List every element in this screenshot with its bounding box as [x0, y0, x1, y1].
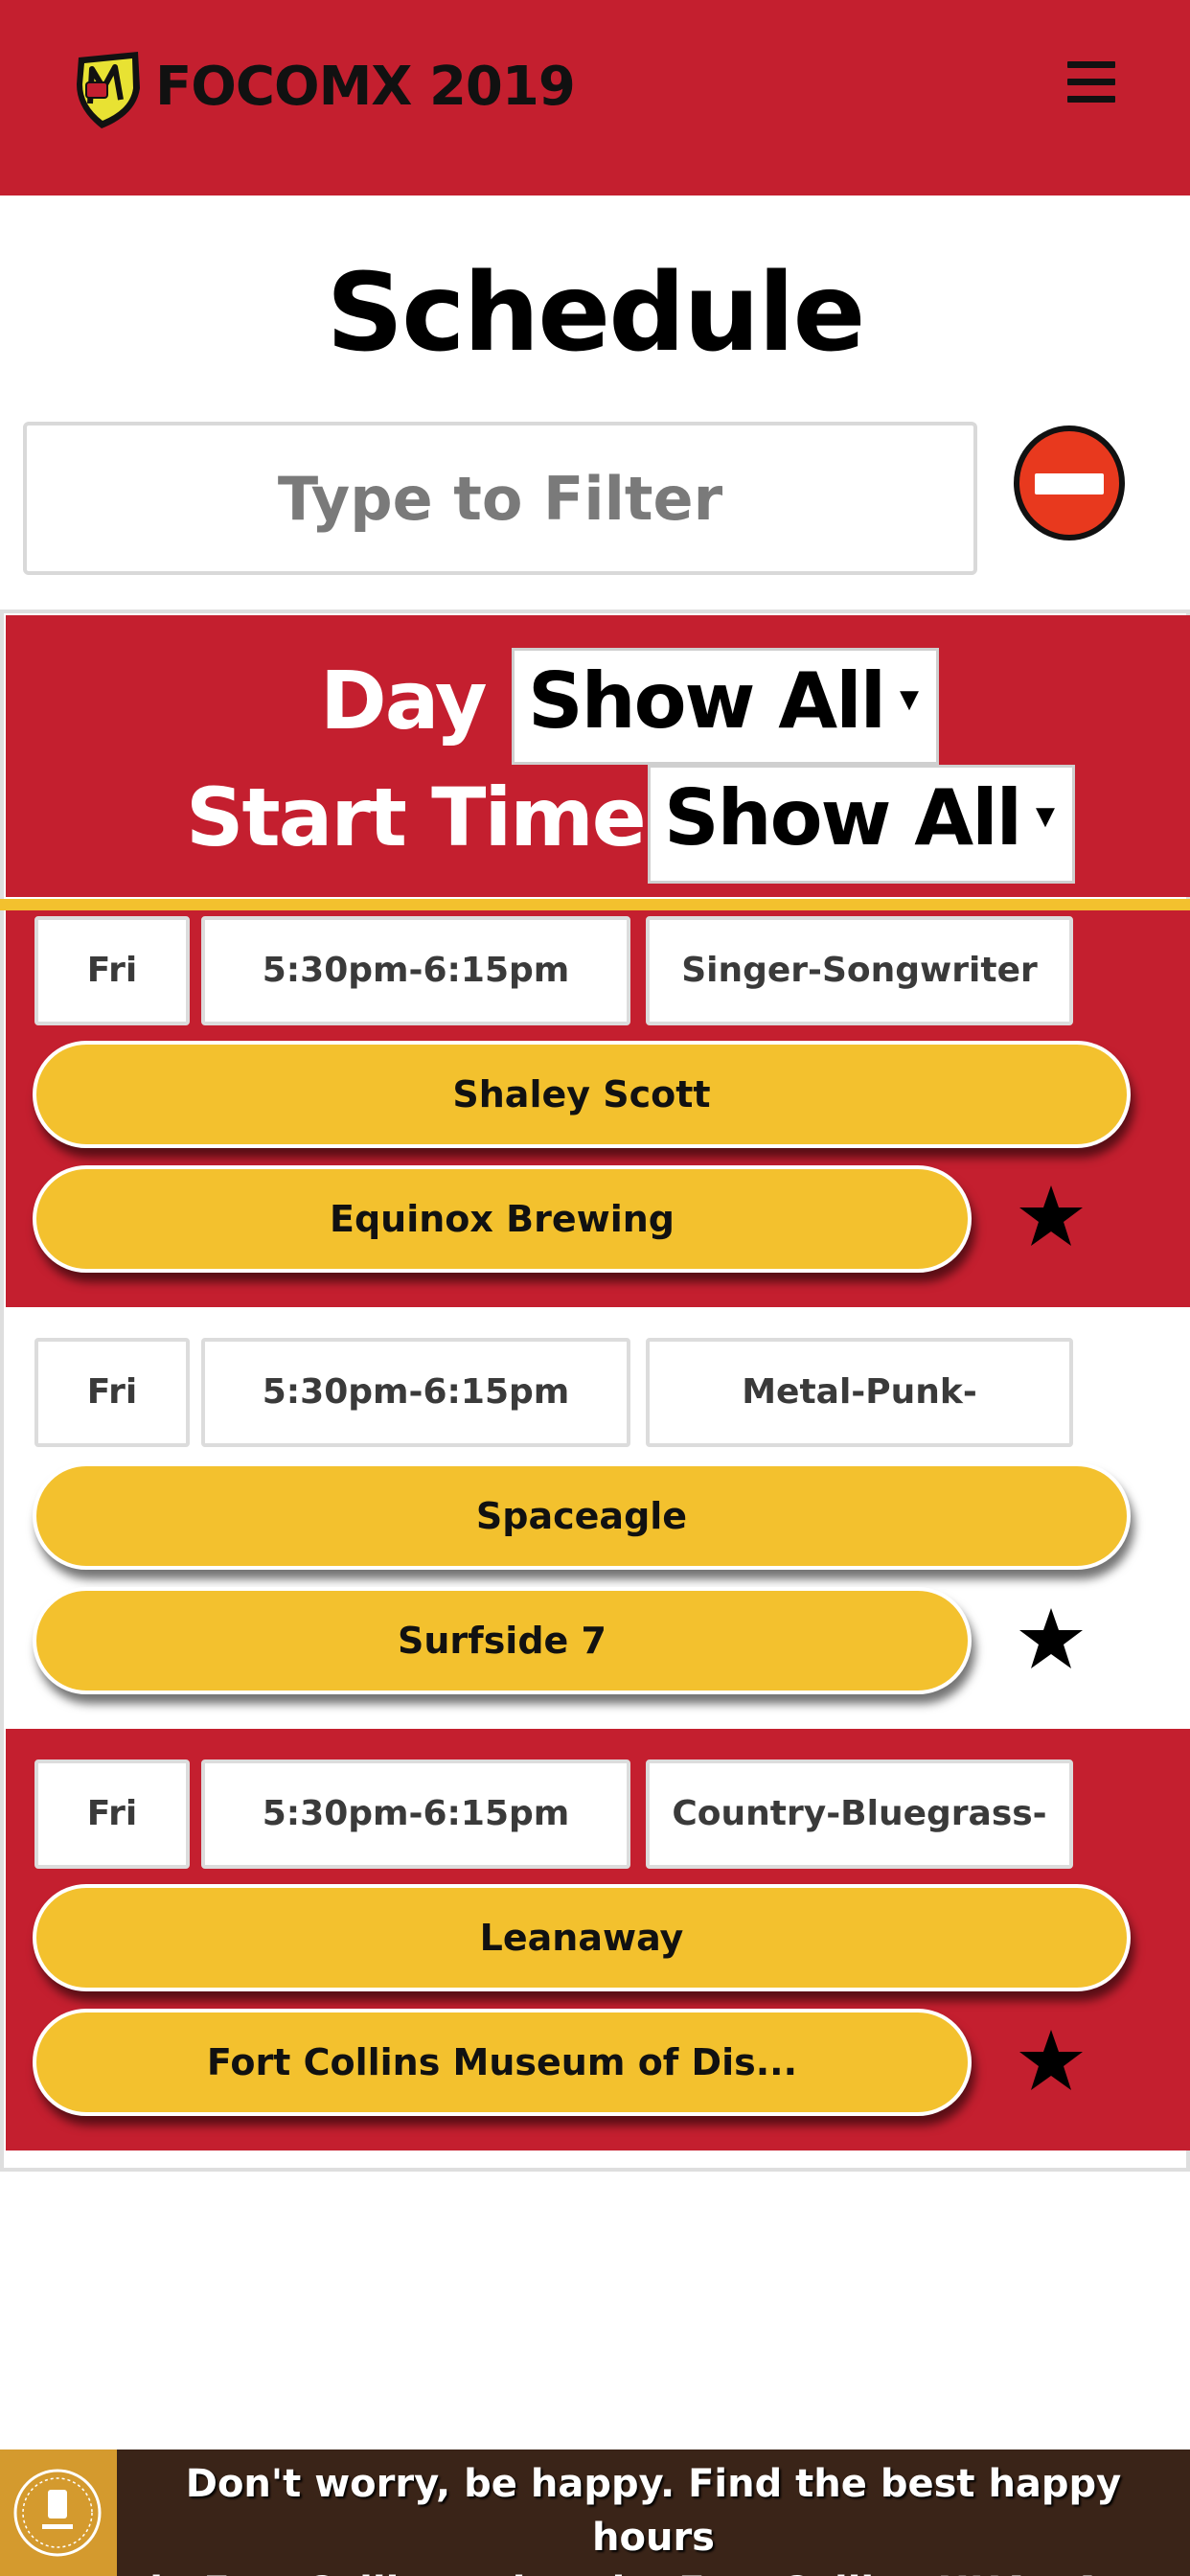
dropdown-caret-icon: ▼: [900, 685, 919, 714]
star-icon[interactable]: [1018, 1184, 1085, 1251]
filter-input[interactable]: [23, 422, 977, 575]
venue-button[interactable]: Equinox Brewing: [33, 1165, 972, 1273]
ad-banner[interactable]: Don't worry, be happy. Find the best hap…: [0, 2450, 1190, 2576]
event-time: 5:30pm-6:15pm: [201, 916, 630, 1025]
dropdown-caret-icon: ▼: [1036, 802, 1055, 831]
event-genre: Metal-Punk-: [646, 1338, 1073, 1447]
event-day: Fri: [34, 1338, 190, 1447]
hhap-logo-icon: [0, 2450, 117, 2576]
event-genre: Country-Bluegrass-: [646, 1760, 1073, 1869]
app-title: FOCOMX 2019: [155, 56, 576, 118]
event-time: 5:30pm-6:15pm: [201, 1760, 630, 1869]
event-day: Fri: [34, 1760, 190, 1869]
venue-button[interactable]: Fort Collins Museum of Dis...: [33, 2009, 972, 2116]
start-time-select[interactable]: Show All ▼: [648, 765, 1075, 884]
ad-text-line-1: Don't worry, be happy. Find the best hap…: [185, 2462, 1122, 2560]
minus-circle-icon: [1014, 426, 1125, 540]
day-filter-label: Day: [320, 654, 488, 748]
start-time-select-value: Show All: [664, 773, 1022, 862]
ad-text: Don't worry, be happy. Find the best hap…: [125, 2457, 1182, 2576]
hamburger-menu-icon[interactable]: [1067, 61, 1115, 104]
venue-button[interactable]: Surfside 7: [33, 1587, 972, 1694]
event-time: 5:30pm-6:15pm: [201, 1338, 630, 1447]
day-select-value: Show All: [528, 656, 886, 746]
day-select[interactable]: Show All ▼: [512, 648, 939, 765]
artist-button[interactable]: Leanaway: [33, 1884, 1131, 1991]
start-time-filter-label: Start Time: [186, 770, 647, 864]
artist-button[interactable]: Spaceagle: [33, 1462, 1131, 1570]
ad-text-line-2: in Fort Collins using the Fort Collins H…: [125, 2564, 1182, 2576]
focomx-logo-icon: [73, 50, 144, 130]
star-icon[interactable]: [1018, 2028, 1085, 2095]
divider-line: [0, 899, 1190, 910]
event-day: Fri: [34, 916, 190, 1025]
artist-button[interactable]: Shaley Scott: [33, 1041, 1131, 1148]
star-icon[interactable]: [1018, 1606, 1085, 1673]
page-title: Schedule: [326, 251, 865, 376]
event-genre: Singer-Songwriter: [646, 916, 1073, 1025]
clear-filter-button[interactable]: [1010, 422, 1129, 544]
